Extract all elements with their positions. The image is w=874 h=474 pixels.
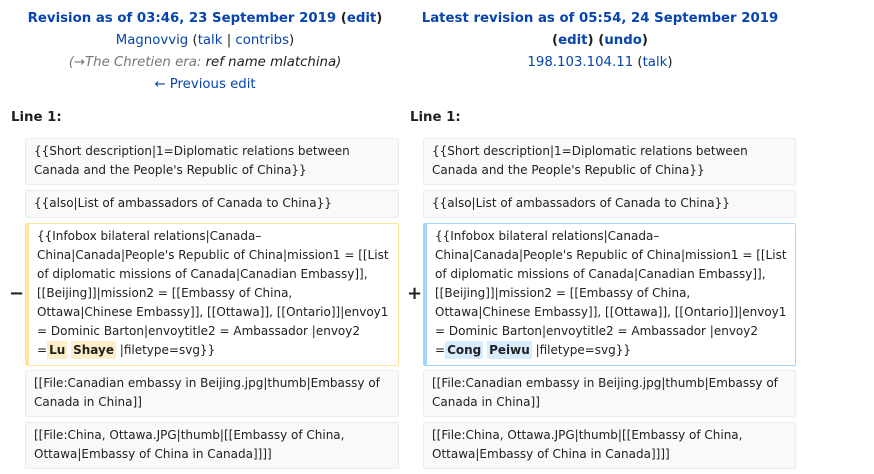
- old-revision-link[interactable]: Revision as of 03:46, 23 September 2019: [28, 11, 336, 26]
- old-context-line: [[File:Canadian embassy in Beijing.jpg|t…: [25, 370, 399, 417]
- deleted-line-tail: |filetype=svg}}: [115, 343, 216, 357]
- minus-marker: −: [9, 283, 25, 304]
- old-revision-title: Revision as of 03:46, 23 September 2019 …: [0, 8, 410, 30]
- ip-talk-link[interactable]: talk: [643, 55, 668, 70]
- deleted-word: Lu: [47, 341, 68, 359]
- summary-section-link[interactable]: (→The Chretien era:: [69, 55, 202, 70]
- old-revision-header: Revision as of 03:46, 23 September 2019 …: [0, 8, 410, 96]
- new-revision-title: Latest revision as of 05:54, 24 Septembe…: [402, 8, 798, 30]
- old-context-line: [[File:China, Ottawa.JPG|thumb|[[Embassy…: [25, 422, 399, 469]
- paren-close: ): [289, 33, 295, 48]
- paren-close: ): [376, 11, 383, 26]
- user-contribs-link[interactable]: contribs: [235, 33, 289, 48]
- new-revision-actions: (edit) (undo): [552, 33, 648, 48]
- old-edit-link[interactable]: edit: [347, 11, 376, 26]
- plus-marker: +: [407, 283, 423, 304]
- new-revision-header: Latest revision as of 05:54, 24 Septembe…: [402, 8, 798, 74]
- new-revision-user-line: 198.103.104.11 (talk): [527, 55, 673, 70]
- summary-text: ref name mlatchina): [205, 55, 342, 70]
- new-revision-link[interactable]: Latest revision as of 05:54, 24 Septembe…: [422, 11, 779, 26]
- previous-edit-link[interactable]: ← Previous edit: [154, 77, 255, 92]
- edit-summary: (→The Chretien era: ref name mlatchina): [0, 52, 410, 74]
- undo-link[interactable]: undo: [604, 33, 642, 48]
- old-line-number: Line 1:: [11, 110, 62, 125]
- added-word: Peiwu: [487, 341, 532, 359]
- new-context-line: {{Short description|1=Diplomatic relatio…: [423, 138, 796, 185]
- added-line-text: {{Infobox bilateral relations|Canada– Ch…: [435, 229, 791, 357]
- user-link[interactable]: Magnovvig: [116, 33, 189, 48]
- old-revision-user-line: Magnovvig (talk | contribs): [0, 30, 410, 52]
- user-talk-link[interactable]: talk: [198, 33, 223, 48]
- separator: |: [226, 33, 232, 48]
- new-context-line: [[File:China, Ottawa.JPG|thumb|[[Embassy…: [423, 422, 796, 469]
- new-context-line: {{also|List of ambassadors of Canada to …: [423, 190, 796, 218]
- ip-user-link[interactable]: 198.103.104.11: [527, 55, 633, 70]
- new-context-line: [[File:Canadian embassy in Beijing.jpg|t…: [423, 370, 796, 417]
- added-word: Cong: [445, 341, 484, 359]
- deleted-word: Shaye: [71, 341, 116, 359]
- added-line: {{Infobox bilateral relations|Canada– Ch…: [423, 223, 796, 366]
- new-line-number: Line 1:: [410, 110, 461, 125]
- old-context-line: {{also|List of ambassadors of Canada to …: [25, 190, 399, 218]
- deleted-line: {{Infobox bilateral relations|Canada– Ch…: [25, 223, 399, 366]
- old-context-line: {{Short description|1=Diplomatic relatio…: [25, 138, 399, 185]
- added-line-tail: |filetype=svg}}: [531, 343, 631, 357]
- diff-page: Revision as of 03:46, 23 September 2019 …: [0, 0, 874, 474]
- deleted-line-text: {{Infobox bilateral relations|Canada– Ch…: [37, 229, 393, 357]
- new-edit-link[interactable]: edit: [558, 33, 587, 48]
